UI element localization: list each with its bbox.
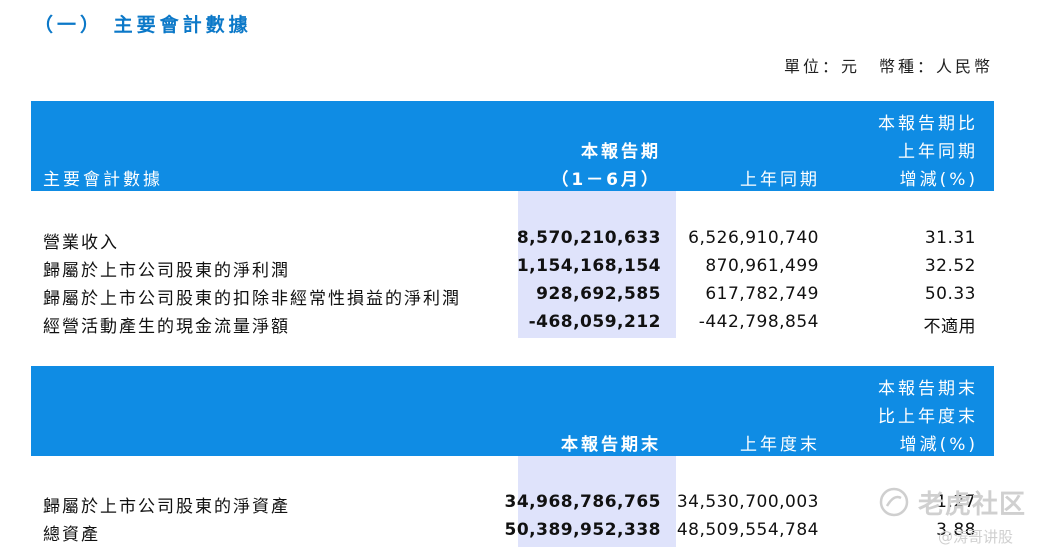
- table-row-current: 8,570,210,633: [516, 228, 661, 248]
- header-current-line2: （1－6月）: [551, 170, 661, 190]
- header-current-line1: 本報告期: [581, 142, 661, 162]
- table-row-prior: -442,798,854: [698, 312, 819, 332]
- table-row-change: 不適用: [923, 317, 976, 337]
- currency-unit-note: 單位：元 幣種：人民幣: [783, 57, 993, 76]
- table-row-change: 50.33: [924, 284, 976, 304]
- table-row-current: -468,059,212: [528, 312, 661, 332]
- header-current: 本報告期末: [561, 435, 661, 455]
- table-row-label: 歸屬於上市公司股東的扣除非經常性損益的淨利潤: [43, 289, 461, 309]
- table-row-current: 50,389,952,338: [504, 520, 661, 540]
- header-change-line3: 增減(%): [899, 170, 978, 190]
- table-row-label: 歸屬於上市公司股東的淨資產: [43, 497, 290, 517]
- table-row-prior: 6,526,910,740: [688, 228, 819, 248]
- header-change-line1: 本報告期比: [878, 114, 978, 134]
- section-title: （一） 主要會計數據: [34, 14, 252, 36]
- table-header-band: [31, 366, 994, 456]
- table-row-current: 928,692,585: [536, 284, 661, 304]
- header-change-line2: 上年同期: [898, 142, 978, 162]
- watermark-user: @涛哥讲股: [938, 528, 1014, 546]
- header-change-line1: 本報告期末: [878, 379, 978, 399]
- table-row-current: 1,154,168,154: [516, 256, 661, 276]
- table-header-band: [31, 101, 994, 191]
- tiger-logo-icon: [879, 487, 909, 517]
- header-prior: 上年同期: [740, 170, 820, 190]
- table-row-change: 31.31: [924, 228, 976, 248]
- table-row-label: 經營活動產生的現金流量淨額: [43, 317, 290, 337]
- table-row-label: 總資產: [43, 525, 100, 545]
- header-change-line2: 比上年度末: [878, 407, 978, 427]
- table-row-change: 32.52: [924, 256, 976, 276]
- table-row-prior: 870,961,499: [705, 256, 819, 276]
- table-row-label: 歸屬於上市公司股東的淨利潤: [43, 261, 290, 281]
- header-label: 主要會計數據: [43, 170, 163, 190]
- header-change-line3: 增減(%): [899, 435, 978, 455]
- header-prior: 上年度末: [740, 435, 820, 455]
- table-row-current: 34,968,786,765: [504, 492, 661, 512]
- table-row-prior: 34,530,700,003: [676, 492, 819, 512]
- watermark-brand: 老虎社区: [918, 490, 1027, 520]
- table-row-prior: 617,782,749: [705, 284, 819, 304]
- table-row-prior: 48,509,554,784: [676, 520, 819, 540]
- table-row-label: 營業收入: [43, 233, 119, 253]
